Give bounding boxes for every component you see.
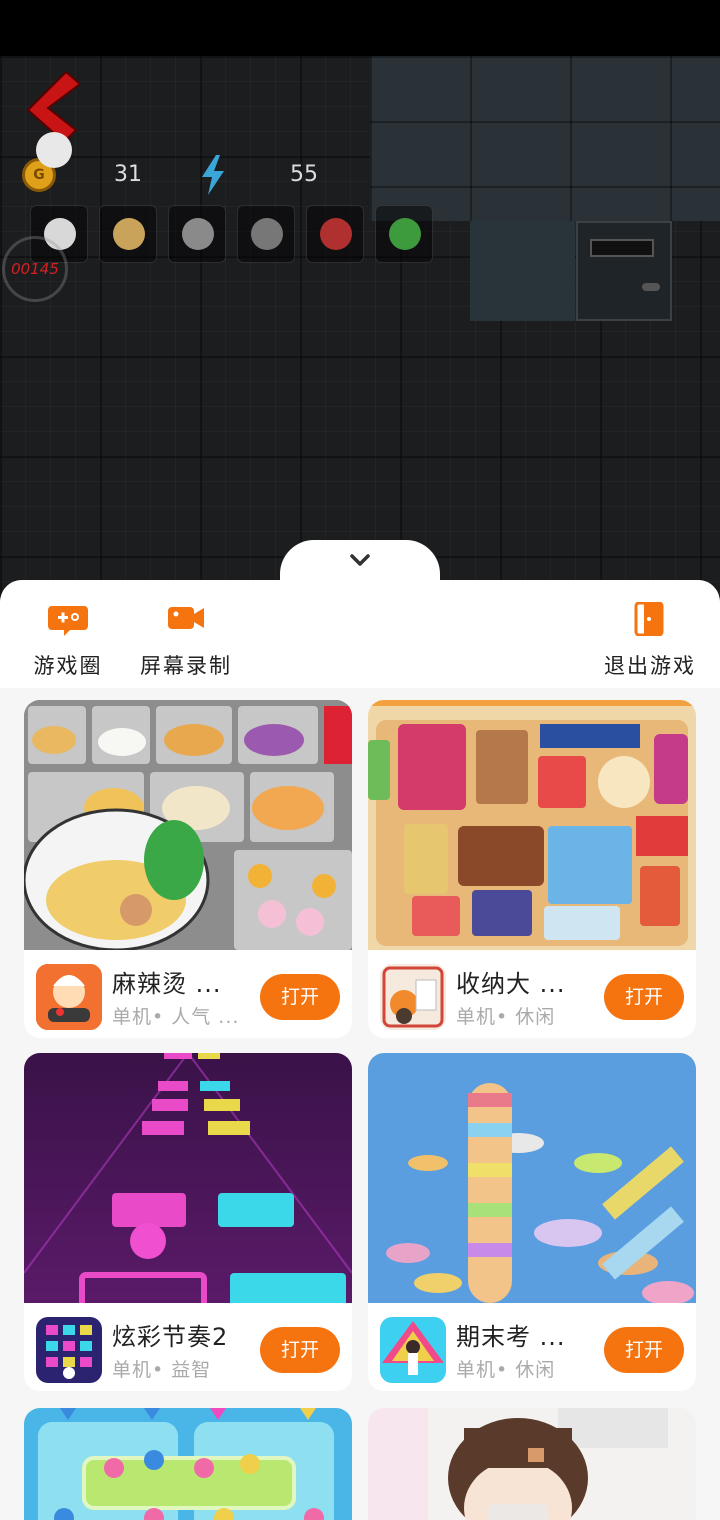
coin-count: 31 — [114, 162, 142, 187]
exit-icon — [634, 601, 664, 637]
character-slot[interactable] — [168, 205, 226, 263]
character-slot[interactable] — [99, 205, 157, 263]
open-game-button[interactable]: 打开 — [260, 974, 340, 1020]
masked-avatar-icon — [182, 218, 214, 250]
game-card[interactable]: 期末考 ... 单机• 休闲 打开 — [368, 1053, 696, 1391]
game-thumbnail — [24, 700, 352, 950]
malatang-app-icon — [36, 964, 102, 1030]
open-game-button[interactable]: 打开 — [604, 974, 684, 1020]
video-camera-icon — [168, 607, 204, 629]
santa-avatar-icon — [320, 218, 352, 250]
character-slot[interactable] — [306, 205, 364, 263]
game-card[interactable]: 炫彩节奏2 单机• 益智 打开 — [24, 1053, 352, 1391]
game-tags: 单机• 休闲 — [456, 1006, 556, 1028]
exit-game-button[interactable]: 退出游戏 — [600, 601, 700, 680]
screen-record-label: 屏幕录制 — [140, 654, 232, 678]
dark-avatar-icon — [251, 218, 283, 250]
game-tags: 单机• 益智 — [112, 1359, 212, 1381]
game-viewport[interactable] — [0, 56, 720, 596]
game-thumbnail — [368, 1053, 696, 1303]
room-floor — [470, 221, 575, 321]
game-title: 收纳大 ... — [456, 970, 566, 998]
game-thumbnail — [24, 1053, 352, 1303]
exam-app-icon — [380, 1317, 446, 1383]
storage-app-icon — [380, 964, 446, 1030]
game-tags: 单机• 休闲 — [456, 1359, 556, 1381]
chevron-down-icon — [350, 554, 370, 566]
game-panel: 游戏圈 屏幕录制 退出游戏 麻辣烫 ... 单机• 人气 ... 打开 收纳大 … — [0, 580, 720, 1520]
game-title: 炫彩节奏2 — [112, 1323, 229, 1351]
door[interactable] — [576, 221, 672, 321]
character-slot[interactable] — [237, 205, 295, 263]
game-card[interactable] — [368, 1408, 696, 1520]
game-thumbnail — [368, 1408, 696, 1520]
game-card[interactable] — [24, 1408, 352, 1520]
energy-count: 55 — [290, 162, 318, 187]
game-tags: 单机• 人气 ... — [112, 1006, 240, 1028]
room-floor — [370, 56, 720, 221]
open-game-button[interactable]: 打开 — [260, 1327, 340, 1373]
status-bar — [0, 0, 720, 56]
game-title: 麻辣烫 ... — [112, 970, 222, 998]
game-thumbnail — [368, 700, 696, 950]
lightning-icon — [202, 155, 224, 195]
screen-record-button[interactable]: 屏幕录制 — [136, 602, 236, 680]
rhythm-app-icon — [36, 1317, 102, 1383]
open-game-button[interactable]: 打开 — [604, 1327, 684, 1373]
game-circle-button[interactable]: 游戏圈 — [30, 602, 106, 680]
exit-game-label: 退出游戏 — [604, 654, 696, 678]
game-title: 期末考 ... — [456, 1323, 566, 1351]
panel-toolbar: 游戏圈 屏幕录制 退出游戏 — [0, 580, 720, 688]
green-avatar-icon — [389, 218, 421, 250]
game-thumbnail — [24, 1408, 352, 1520]
game-circle-label: 游戏圈 — [33, 654, 103, 678]
touch-indicator — [36, 132, 72, 168]
game-card[interactable]: 收纳大 ... 单机• 休闲 打开 — [368, 700, 696, 1038]
timer: 00145 — [2, 236, 68, 302]
gamepad-icon — [48, 606, 88, 636]
straw-hat-avatar-icon — [113, 218, 145, 250]
game-card[interactable]: 麻辣烫 ... 单机• 人气 ... 打开 — [24, 700, 352, 1038]
character-slot[interactable] — [375, 205, 433, 263]
